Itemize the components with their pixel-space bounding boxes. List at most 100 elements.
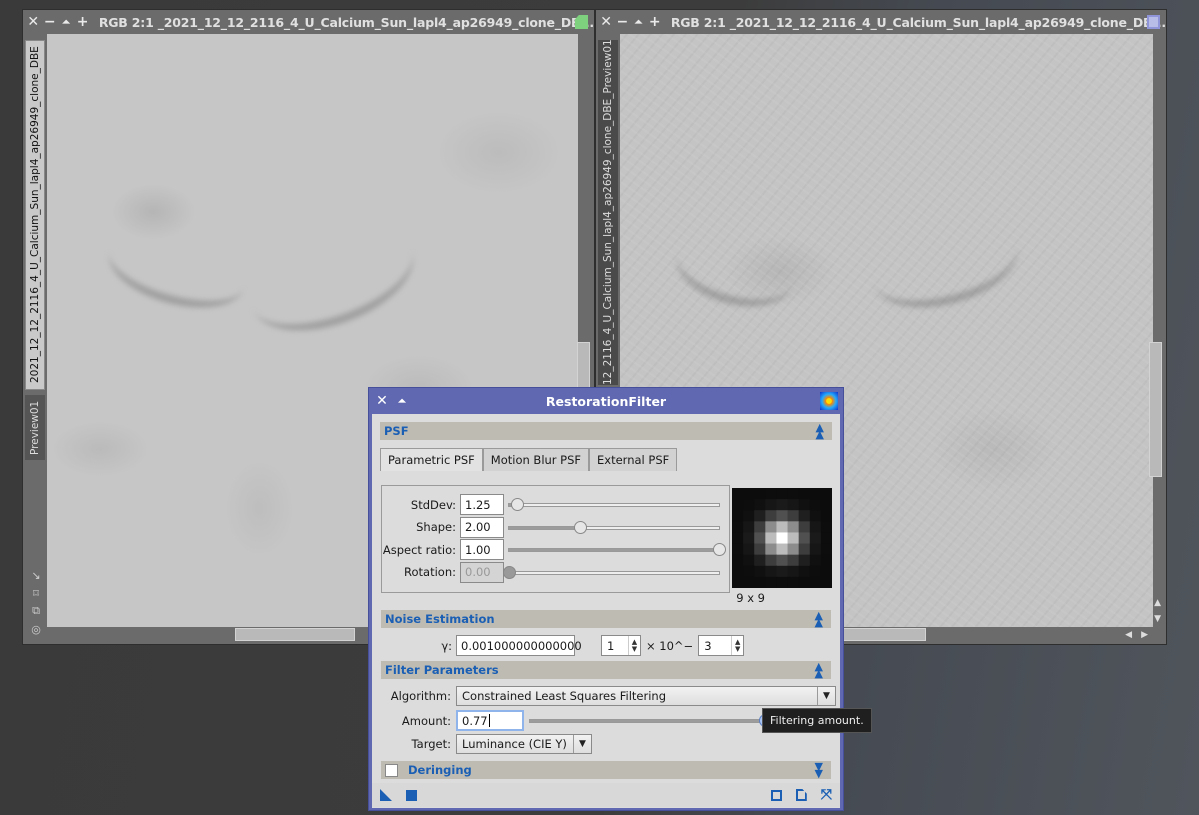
psf-param-slider[interactable] [508,520,720,534]
minimize-icon[interactable]: − [41,10,57,34]
psf-kernel-cell [732,521,744,533]
maximize-icon[interactable]: + [647,10,663,34]
amount-label: Amount: [401,713,451,728]
expand-icon[interactable]: ▼▼ [815,761,823,779]
psf-param-input[interactable]: 1.25 [460,494,504,515]
psf-kernel-cell [732,576,744,589]
close-icon[interactable]: ✕ [372,393,392,409]
scroll-down-icon[interactable]: ▼ [1154,614,1161,624]
collapse-icon[interactable]: ▲ ▲ [815,610,823,628]
gamma-mantissa-spinbox[interactable]: 1 ▲ ▼ [601,635,641,656]
horizontal-scrollbar[interactable] [235,628,355,641]
psf-kernel-cell [798,554,811,567]
close-icon[interactable]: ✕ [25,10,41,34]
shade-icon[interactable]: ⏶ [58,10,74,34]
psf-kernel-cell [765,510,777,522]
dialog-titlebar[interactable]: ✕ ⏶ RestorationFilter [372,388,840,414]
green-view-icon[interactable] [575,15,588,29]
vertical-scrollbar[interactable] [1149,342,1162,477]
reset-icon[interactable]: ⤧ [821,787,832,803]
psf-kernel-cell [776,554,789,567]
psf-kernel-cell [732,499,744,511]
dialog-title: RestorationFilter [545,393,667,409]
slider-handle[interactable] [574,520,588,534]
psf-kernel-cell [765,576,777,589]
shade-icon[interactable]: ⏶ [630,10,646,34]
collapse-icon[interactable]: ▲ ▲ [816,422,824,440]
psf-kernel-cell [765,554,777,567]
psf-kernel-cell [820,565,833,578]
preview-icon[interactable] [770,789,782,801]
psf-kernel-cell [732,543,744,556]
section-filter-parameters[interactable]: Filter Parameters ▲ ▲ [381,661,831,679]
psf-kernel-cell [787,554,800,567]
psf-kernel-cell [776,488,789,500]
slider-handle[interactable] [713,543,726,556]
close-icon[interactable]: ✕ [598,10,614,34]
spin-arrows-icon[interactable]: ▲ ▼ [731,636,743,655]
psf-param-input[interactable]: 2.00 [460,516,504,538]
chevron-down-icon[interactable]: ▼ [573,735,591,753]
preview-window-icon[interactable] [1147,15,1160,29]
psf-kernel-cell [743,565,755,578]
exponent-value: 3 [704,638,712,653]
section-psf[interactable]: PSF ▲ ▲ [380,422,832,440]
gamma-exponent-spinbox[interactable]: 3 ▲ ▼ [698,635,745,656]
psf-kernel-cell [809,543,822,556]
window-titlebar[interactable]: ✕ − ⏶ + RGB 2:1 _2021_12_12_2116_4_U_Cal… [596,10,1166,34]
algorithm-select[interactable]: Constrained Least Squares Filtering ▼ [456,686,836,706]
psf-kernel-cell [754,554,766,567]
target-select[interactable]: Luminance (CIE Y) ▼ [456,734,592,754]
window-title: RGB 2:1 _2021_12_12_2116_4_U_Calcium_Sun… [98,14,594,30]
psf-param-slider[interactable] [508,498,720,511]
tab-motion-blur-psf[interactable]: Motion Blur PSF [482,448,590,471]
dialog-body: PSF ▲ ▲ Parametric PSF Motion Blur PSF Ex… [372,414,840,808]
psf-kernel-cell [820,543,833,556]
parametric-psf-panel: StdDev: 1.25 Shape: 2.00 Aspect ratio: 1.00 Ro… [381,485,730,593]
horizontal-scrollbar[interactable] [836,628,926,641]
window-titlebar[interactable]: ✕ − ⏶ + RGB 2:1 _2021_12_12_2116_4_U_Cal… [23,10,594,34]
gamma-input[interactable]: 0.001000000000000 [456,635,582,656]
psf-kernel-cell [787,543,800,556]
section-title: Noise Estimation [385,612,495,626]
section-noise-estimation[interactable]: Noise Estimation ▲ ▲ [381,610,831,628]
restoration-filter-dialog[interactable]: ✕ ⏶ RestorationFilter PSF ▲ ▲ Parametric … [368,387,844,811]
psf-kernel-cell [787,521,800,533]
tab-preview01[interactable]: 12_2116_4_U_Calcium_Sun_lapl4_ap26949_cl… [598,40,618,385]
psf-kernel-cell [820,532,833,545]
document-icon[interactable] [795,789,807,801]
section-deringing[interactable]: Deringing ▼ ▼ [381,761,831,779]
new-instance-icon[interactable] [380,789,392,801]
scroll-left-icon[interactable]: ◀ [1125,630,1132,640]
slider-handle[interactable] [511,498,525,511]
shade-icon[interactable]: ⏶ [392,396,412,407]
psf-kernel-cell [798,488,811,500]
clone-view-icon[interactable]: ⧉ [29,604,43,618]
deringing-checkbox[interactable] [385,763,398,777]
psf-kernel-cell [798,499,811,511]
amount-input[interactable]: 0.77 [456,710,524,731]
chevron-down-icon[interactable]: ▼ [817,687,835,705]
tab-parametric-psf[interactable]: Parametric PSF [380,448,483,471]
psf-kernel-cell [820,521,833,533]
fit-view-icon[interactable]: ⌑ [29,586,43,600]
minimize-icon[interactable]: − [614,10,630,34]
process-icon[interactable] [820,392,838,410]
scroll-up-icon[interactable]: ▲ [1154,598,1161,608]
maximize-icon[interactable]: + [74,10,90,34]
section-title: PSF [384,424,409,438]
scroll-right-icon[interactable]: ▶ [1141,630,1148,640]
psf-tabs: Parametric PSF Motion Blur PSF External … [380,448,832,471]
apply-icon[interactable] [406,789,417,801]
tab-preview01[interactable]: Preview01 [25,395,45,460]
tab-external-psf[interactable]: External PSF [589,448,678,471]
psf-param-input[interactable]: 1.00 [460,539,504,560]
spin-arrows-icon[interactable]: ▲ ▼ [628,636,640,655]
psf-kernel-cell [809,488,822,500]
tab-main-view[interactable]: 2021_12_12_2116_4_U_Calcium_Sun_lapl4_ap… [25,40,45,390]
psf-kernel-cell [820,499,833,511]
mask-icon[interactable]: ◎ [29,622,43,636]
collapse-icon[interactable]: ▲ ▲ [815,661,823,679]
psf-param-slider[interactable] [508,543,726,556]
zoom-fit-icon[interactable]: ↘ [29,568,43,582]
